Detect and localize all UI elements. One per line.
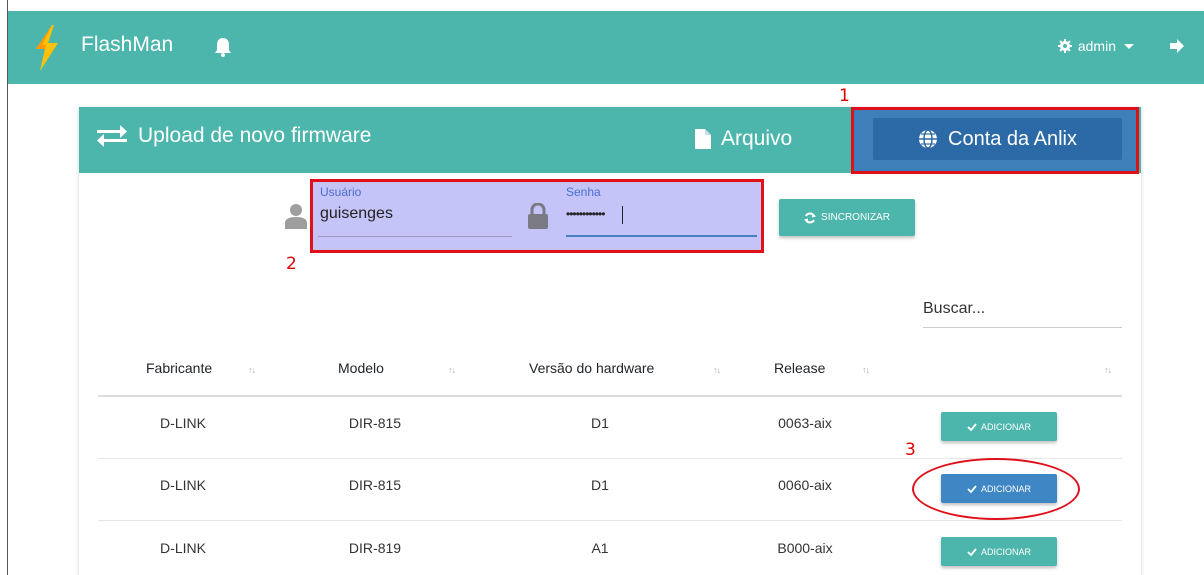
sort-icon[interactable]: ↑↓ (248, 365, 256, 375)
add-button[interactable]: ADICIONAR (941, 537, 1057, 566)
username-underline (318, 236, 512, 237)
cell-versao: D1 (591, 415, 609, 431)
text-cursor (622, 206, 623, 224)
bell-icon[interactable] (214, 37, 232, 57)
cell-release: 0063-aix (778, 415, 832, 431)
cell-modelo: DIR-815 (348, 415, 402, 431)
admin-label: admin (1077, 38, 1116, 54)
card-title-text: Upload de novo firmware (138, 124, 372, 147)
sort-icon[interactable]: ↑↓ (713, 365, 721, 375)
row-divider (98, 520, 1122, 521)
card-title: Upload de novo firmware (96, 124, 371, 148)
tab-arquivo-label: Arquivo (721, 127, 793, 150)
top-navbar: FlashMan admin (8, 11, 1204, 84)
check-icon (967, 547, 977, 556)
password-underline (566, 235, 757, 237)
password-label: Senha (566, 185, 601, 199)
exchange-arrows-icon (97, 125, 127, 147)
annotation-number-1: 1 (839, 86, 850, 106)
username-label: Usuário (320, 185, 362, 199)
search-input[interactable]: Buscar... (923, 298, 1122, 328)
annotation-number-3: 3 (905, 440, 916, 460)
cell-release: 0060-aix (778, 477, 832, 493)
add-button-label: ADICIONAR (980, 421, 1031, 432)
check-icon (967, 422, 977, 431)
cell-modelo: DIR-815 (348, 477, 402, 493)
column-header-release[interactable]: Release (774, 360, 825, 376)
cell-modelo: DIR-819 (348, 540, 402, 556)
sync-button-label: SINCRONIZAR (821, 212, 890, 223)
username-input[interactable]: guisenges (320, 205, 393, 223)
column-header-versao[interactable]: Versão do hardware (529, 360, 654, 376)
sort-icon[interactable]: ↑↓ (448, 365, 456, 375)
cell-versao: A1 (591, 540, 609, 556)
admin-menu[interactable]: admin (1057, 38, 1134, 54)
cell-fabricante: D-LINK (160, 477, 206, 493)
password-input[interactable]: •••••••••••• (566, 207, 605, 221)
annotation-box-1 (851, 107, 1139, 174)
file-icon (695, 129, 711, 149)
add-button-label: ADICIONAR (980, 546, 1031, 557)
sync-button[interactable]: SINCRONIZAR (779, 199, 915, 236)
column-header-modelo[interactable]: Modelo (338, 360, 384, 376)
table-header-divider (98, 395, 1122, 397)
window-edge (7, 0, 8, 575)
cell-fabricante: D-LINK (160, 540, 206, 556)
sort-icon[interactable]: ↑↓ (862, 365, 870, 375)
cell-versao: D1 (591, 477, 609, 493)
sort-icon[interactable]: ↑↓ (1104, 365, 1112, 375)
cell-release: B000-aix (777, 540, 833, 556)
column-header-fabricante[interactable]: Fabricante (146, 360, 212, 376)
cell-fabricante: D-LINK (160, 415, 206, 431)
caret-down-icon (1124, 43, 1134, 49)
gear-icon (1057, 39, 1072, 53)
refresh-icon (804, 212, 817, 223)
lightning-logo-icon[interactable] (32, 25, 60, 71)
brand-name[interactable]: FlashMan (81, 33, 173, 57)
annotation-number-2: 2 (286, 254, 297, 274)
annotation-ellipse-3 (912, 458, 1080, 520)
add-button[interactable]: ADICIONAR (941, 412, 1057, 441)
logout-icon[interactable] (1170, 39, 1186, 53)
tab-arquivo[interactable]: Arquivo (695, 127, 792, 151)
user-icon (285, 204, 307, 229)
lock-icon (528, 203, 548, 229)
